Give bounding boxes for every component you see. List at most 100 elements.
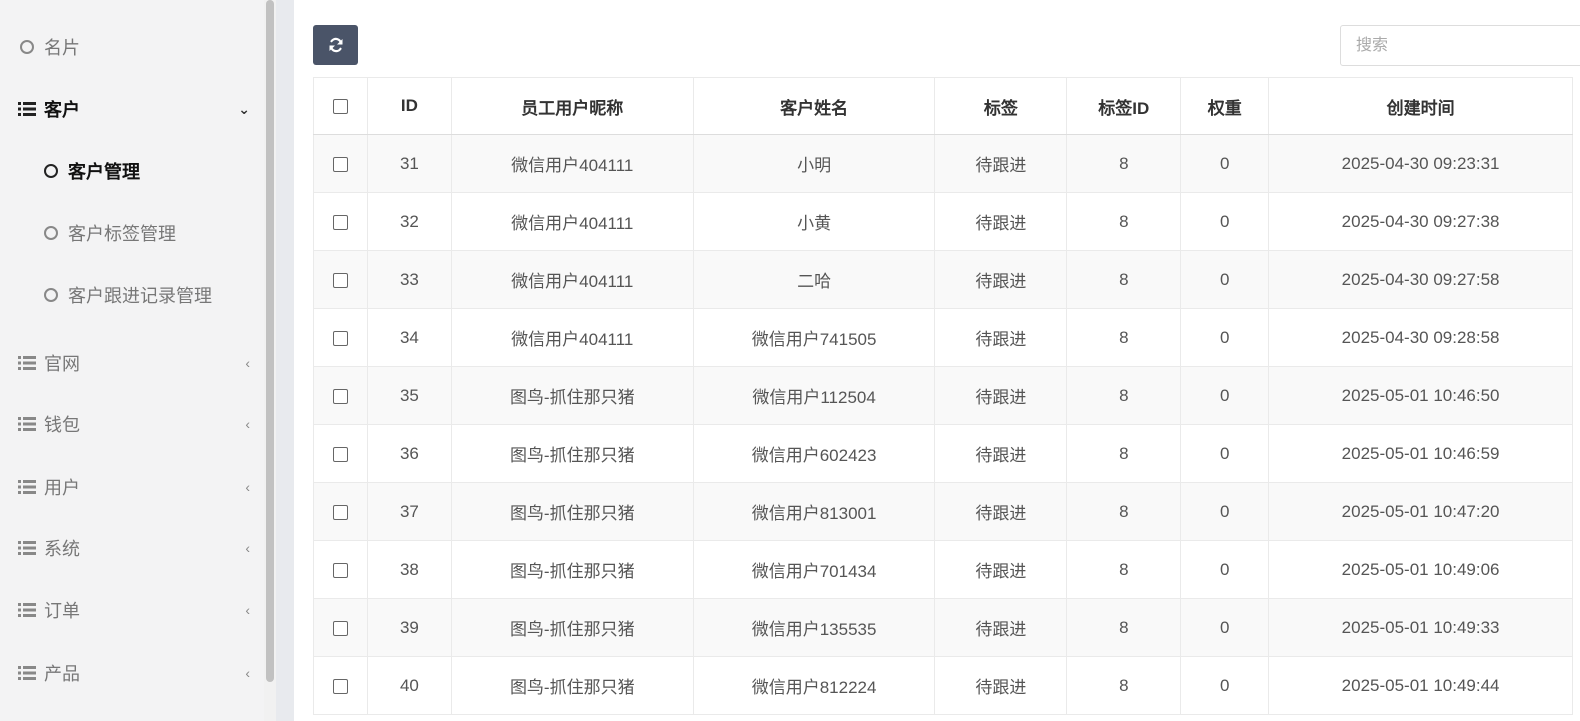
- row-checkbox[interactable]: [332, 388, 348, 404]
- cell-created-at: 2025-04-30 09:23:31: [1268, 134, 1573, 193]
- row-checkbox[interactable]: [332, 620, 348, 636]
- cell-customer-name: 微信用户602423: [692, 424, 936, 483]
- row-checkbox[interactable]: [332, 678, 348, 694]
- sidebar-item-customer-tags[interactable]: 客户标签管理: [0, 213, 264, 253]
- layout-divider: [276, 0, 294, 721]
- row-checkbox[interactable]: [332, 446, 348, 462]
- sidebar-item-card[interactable]: 名片: [0, 27, 264, 67]
- cell-tag-id: 8: [1066, 482, 1182, 541]
- cell-created-at: 2025-04-30 09:28:58: [1268, 308, 1573, 367]
- cell-tag: 待跟进: [934, 192, 1068, 251]
- table-header-row: ID 员工用户昵称 客户姓名 标签 标签ID 权重 创建时间: [313, 77, 1573, 135]
- row-checkbox[interactable]: [332, 272, 348, 288]
- table-body: 31 微信用户404111 小明 待跟进 8 0 2025-04-30 09:23:31 32…: [313, 134, 1573, 715]
- sidebar-scrollbar[interactable]: [264, 0, 276, 721]
- row-select-cell: [313, 250, 368, 309]
- cell-id: 32: [366, 192, 452, 251]
- row-checkbox[interactable]: [332, 156, 348, 172]
- sidebar-group-system[interactable]: 系统 ‹: [0, 528, 264, 568]
- cell-tag-id: 8: [1066, 540, 1182, 599]
- cell-weight: 0: [1180, 134, 1270, 193]
- cell-tag: 待跟进: [934, 250, 1068, 309]
- row-checkbox[interactable]: [332, 562, 348, 578]
- table-row[interactable]: 39 图鸟-抓住那只猪 微信用户135535 待跟进 8 0 2025-05-01 10:4…: [313, 598, 1573, 657]
- circle-icon: [44, 288, 58, 302]
- table-row[interactable]: 31 微信用户404111 小明 待跟进 8 0 2025-04-30 09:23:31: [313, 134, 1573, 193]
- cell-staff-nickname: 微信用户404111: [450, 308, 694, 367]
- cell-id: 35: [366, 366, 452, 425]
- cell-tag: 待跟进: [934, 308, 1068, 367]
- list-icon: [18, 480, 36, 494]
- cell-created-at: 2025-05-01 10:49:06: [1268, 540, 1573, 599]
- column-header-customer-name[interactable]: 客户姓名: [692, 77, 936, 135]
- row-select-cell: [313, 308, 368, 367]
- row-select-cell: [313, 482, 368, 541]
- table-row[interactable]: 36 图鸟-抓住那只猪 微信用户602423 待跟进 8 0 2025-05-01 10:4…: [313, 424, 1573, 483]
- table-row[interactable]: 37 图鸟-抓住那只猪 微信用户813001 待跟进 8 0 2025-05-01 10:4…: [313, 482, 1573, 541]
- refresh-button[interactable]: [313, 25, 358, 65]
- cell-staff-nickname: 图鸟-抓住那只猪: [450, 424, 694, 483]
- cell-tag: 待跟进: [934, 366, 1068, 425]
- sidebar-group-order[interactable]: 订单 ‹: [0, 590, 264, 630]
- select-all-checkbox[interactable]: [332, 99, 348, 115]
- sidebar-item-label: 用户: [44, 478, 80, 498]
- sidebar-group-website[interactable]: 官网 ‹: [0, 343, 264, 383]
- row-checkbox[interactable]: [332, 214, 348, 230]
- sidebar: 名片 客户 ⌄ 客户管理 客户标签管理 客户跟进记录管理 官网 ‹ 钱包 ‹ 用…: [0, 0, 264, 721]
- cell-created-at: 2025-04-30 09:27:58: [1268, 250, 1573, 309]
- cell-id: 39: [366, 598, 452, 657]
- column-header-tag-id[interactable]: 标签ID: [1066, 77, 1182, 135]
- row-checkbox[interactable]: [332, 330, 348, 346]
- cell-weight: 0: [1180, 540, 1270, 599]
- table-row[interactable]: 35 图鸟-抓住那只猪 微信用户112504 待跟进 8 0 2025-05-01 10:4…: [313, 366, 1573, 425]
- table-row[interactable]: 40 图鸟-抓住那只猪 微信用户812224 待跟进 8 0 2025-05-01 10:4…: [313, 656, 1573, 715]
- cell-tag-id: 8: [1066, 366, 1182, 425]
- sidebar-group-wallet[interactable]: 钱包 ‹: [0, 404, 264, 444]
- cell-weight: 0: [1180, 424, 1270, 483]
- cell-staff-nickname: 图鸟-抓住那只猪: [450, 656, 694, 715]
- cell-customer-name: 微信用户135535: [692, 598, 936, 657]
- cell-weight: 0: [1180, 250, 1270, 309]
- cell-staff-nickname: 图鸟-抓住那只猪: [450, 540, 694, 599]
- column-header-tag[interactable]: 标签: [934, 77, 1068, 135]
- sidebar-item-label: 产品: [44, 664, 80, 684]
- cell-customer-name: 小明: [692, 134, 936, 193]
- list-icon: [18, 356, 36, 370]
- sidebar-item-label: 客户标签管理: [68, 224, 176, 244]
- cell-id: 38: [366, 540, 452, 599]
- cell-id: 31: [366, 134, 452, 193]
- chevron-left-icon: ‹: [245, 355, 250, 371]
- cell-staff-nickname: 微信用户404111: [450, 192, 694, 251]
- cell-created-at: 2025-04-30 09:27:38: [1268, 192, 1573, 251]
- table-row[interactable]: 32 微信用户404111 小黄 待跟进 8 0 2025-04-30 09:27:38: [313, 192, 1573, 251]
- search-input[interactable]: [1340, 25, 1580, 66]
- cell-weight: 0: [1180, 656, 1270, 715]
- column-header-created-at[interactable]: 创建时间: [1268, 77, 1573, 135]
- sidebar-group-customer[interactable]: 客户 ⌄: [0, 89, 264, 129]
- scrollbar-thumb[interactable]: [266, 0, 274, 682]
- list-icon: [18, 417, 36, 431]
- sidebar-group-product[interactable]: 产品 ‹: [0, 653, 264, 693]
- table-row[interactable]: 38 图鸟-抓住那只猪 微信用户701434 待跟进 8 0 2025-05-01 10:4…: [313, 540, 1573, 599]
- cell-customer-name: 小黄: [692, 192, 936, 251]
- cell-staff-nickname: 微信用户404111: [450, 250, 694, 309]
- row-select-cell: [313, 192, 368, 251]
- sidebar-item-label: 官网: [44, 354, 80, 374]
- table-row[interactable]: 33 微信用户404111 二哈 待跟进 8 0 2025-04-30 09:27:58: [313, 250, 1573, 309]
- cell-customer-name: 二哈: [692, 250, 936, 309]
- row-checkbox[interactable]: [332, 504, 348, 520]
- column-header-staff-nickname[interactable]: 员工用户昵称: [450, 77, 694, 135]
- cell-created-at: 2025-05-01 10:49:44: [1268, 656, 1573, 715]
- row-select-cell: [313, 366, 368, 425]
- sidebar-group-user[interactable]: 用户 ‹: [0, 467, 264, 507]
- list-icon: [18, 666, 36, 680]
- cell-customer-name: 微信用户112504: [692, 366, 936, 425]
- row-select-cell: [313, 540, 368, 599]
- sidebar-item-customer-followup[interactable]: 客户跟进记录管理: [0, 275, 264, 315]
- sidebar-item-label: 客户: [44, 100, 80, 120]
- sidebar-item-label: 钱包: [44, 415, 80, 435]
- sidebar-item-customer-management[interactable]: 客户管理: [0, 151, 264, 191]
- column-header-weight[interactable]: 权重: [1180, 77, 1270, 135]
- table-row[interactable]: 34 微信用户404111 微信用户741505 待跟进 8 0 2025-04-30 09…: [313, 308, 1573, 367]
- column-header-id[interactable]: ID: [366, 77, 452, 135]
